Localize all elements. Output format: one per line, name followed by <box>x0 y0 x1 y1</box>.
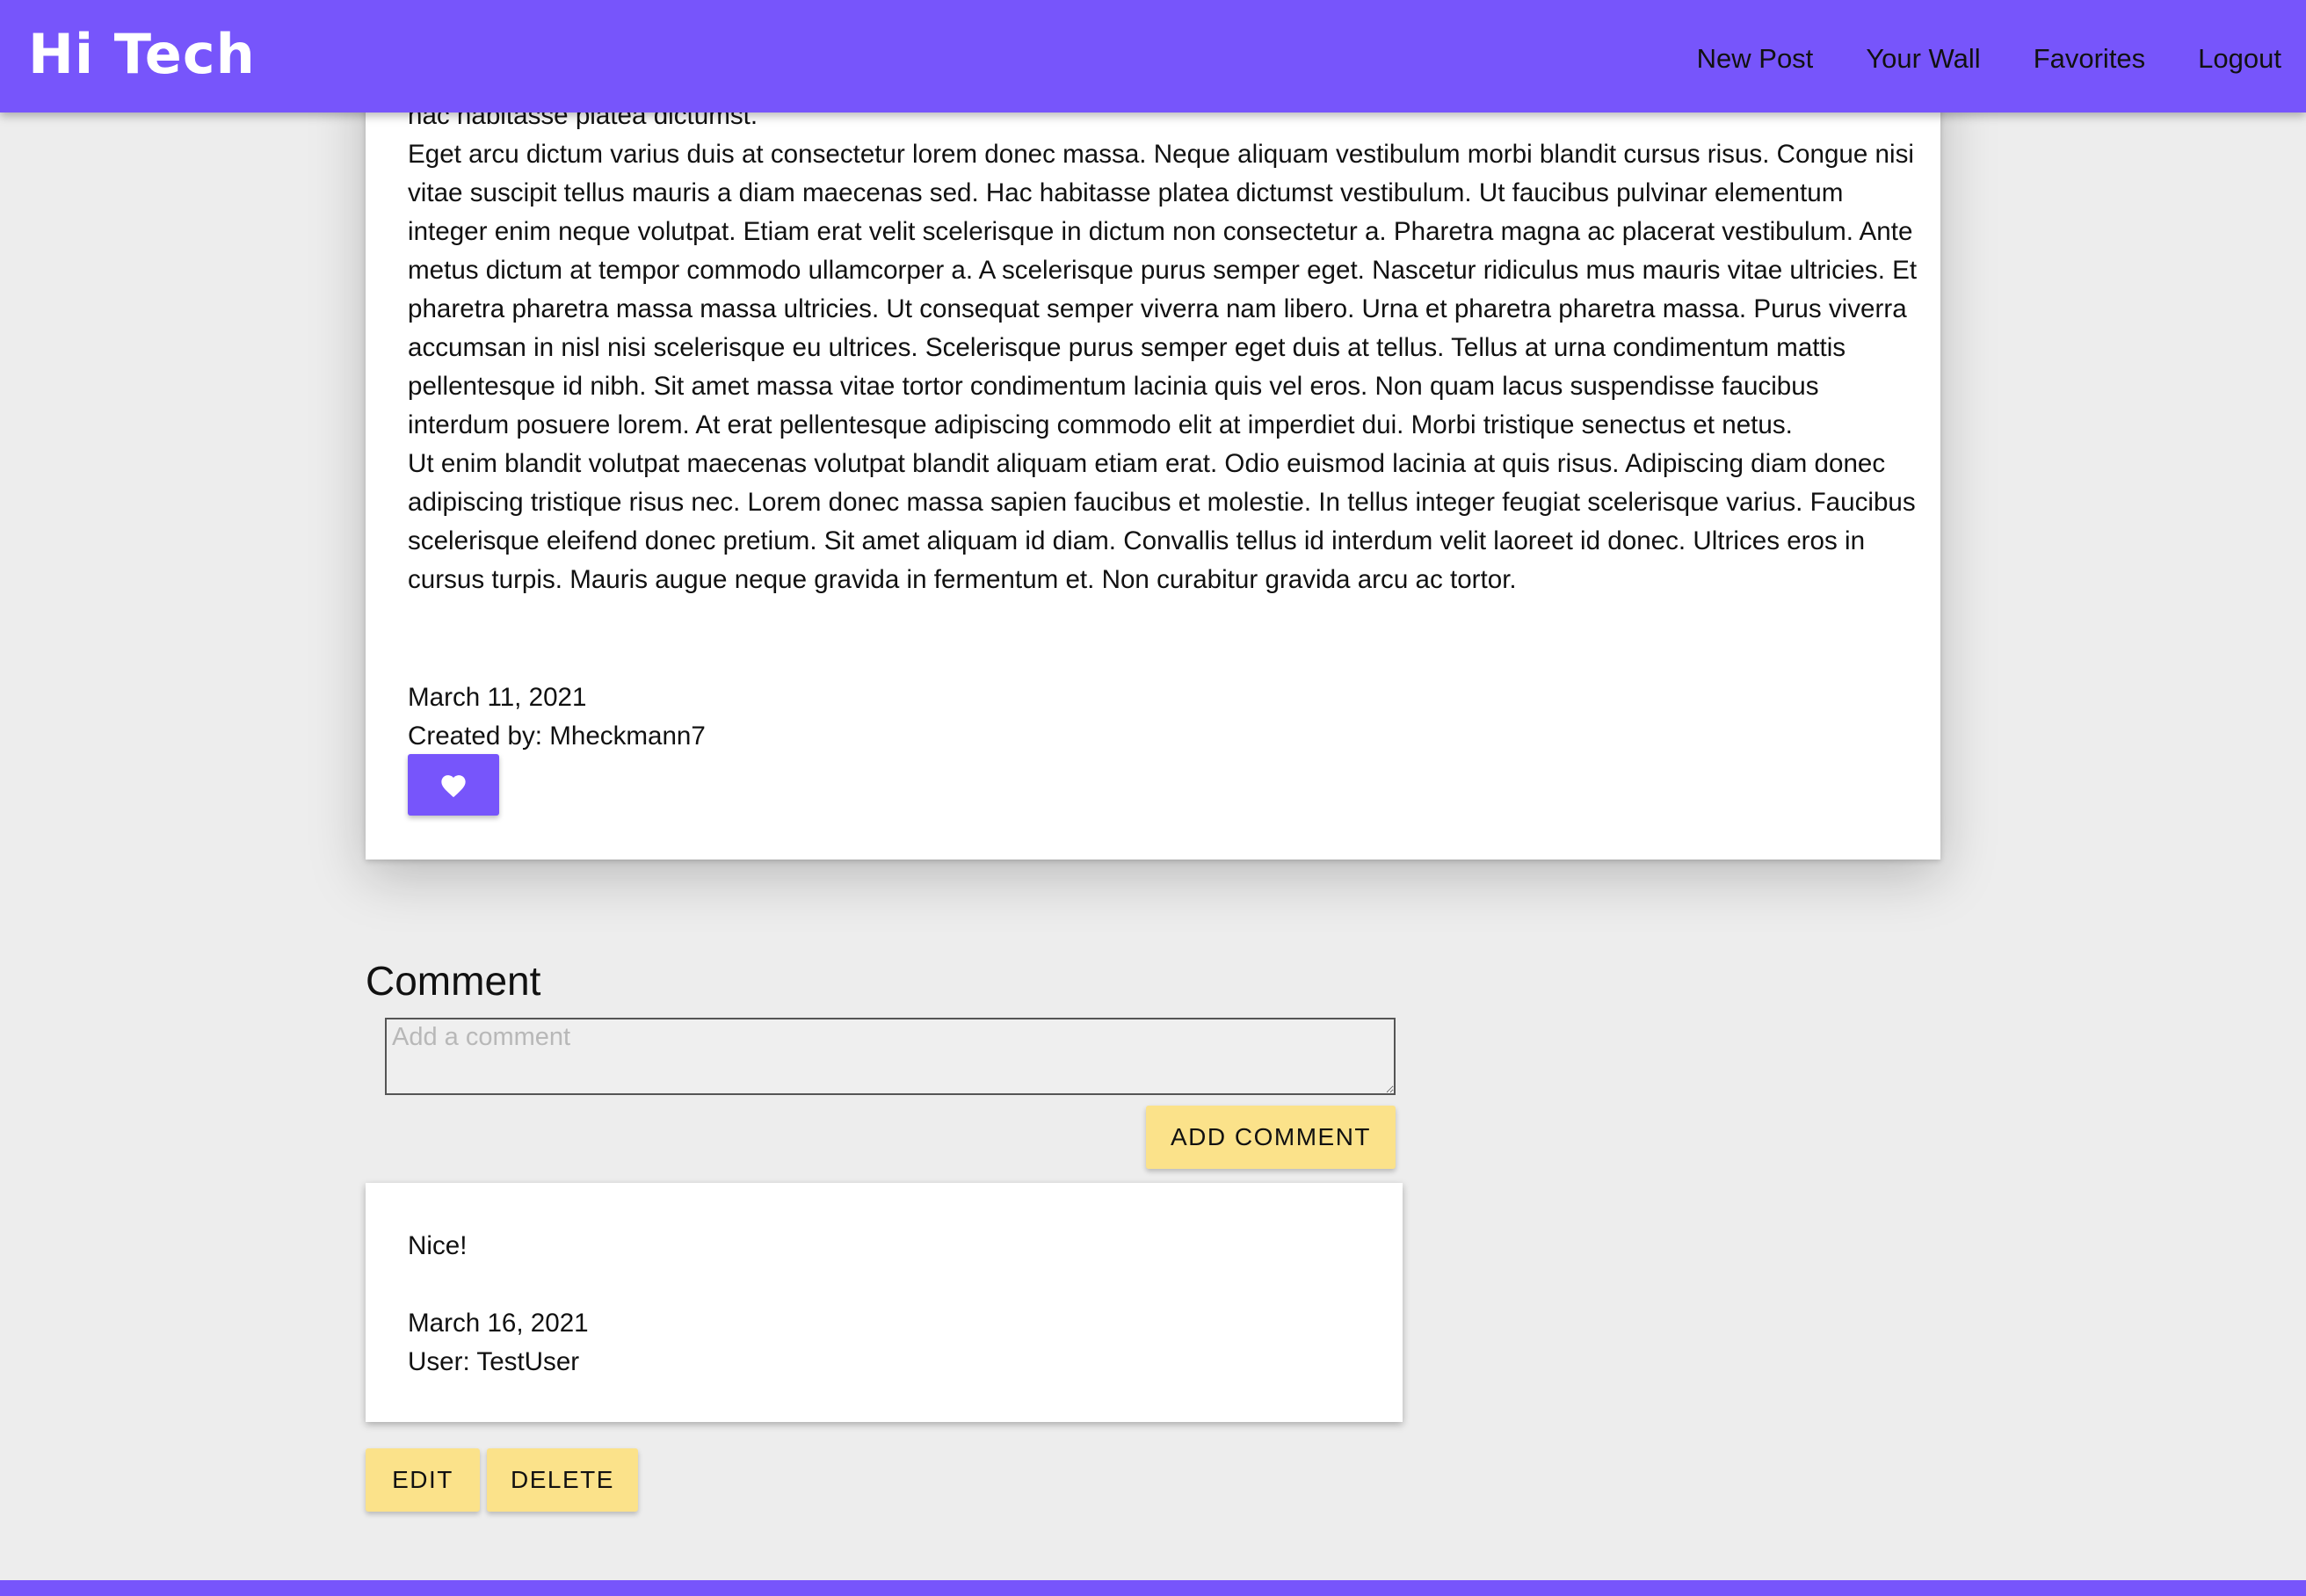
post-author: Created by: Mheckmann7 <box>408 722 706 751</box>
comment-user: User: TestUser <box>408 1347 580 1376</box>
favorite-button[interactable] <box>408 754 499 816</box>
footer-bar <box>0 1580 2306 1596</box>
post-body: hac habitasse platea dictumst. Eget arcu… <box>408 97 1919 599</box>
post-paragraph: Eget arcu dictum varius duis at consecte… <box>408 140 1918 439</box>
nav-logout[interactable]: Logout <box>2198 35 2281 83</box>
comment-input[interactable] <box>385 1018 1396 1095</box>
nav-your-wall[interactable]: Your Wall <box>1866 35 1980 83</box>
post-date: March 11, 2021 <box>408 683 587 712</box>
nav-favorites[interactable]: Favorites <box>2034 35 2145 83</box>
comment-heading: Comment <box>366 958 541 1004</box>
comment-date: March 16, 2021 <box>408 1309 589 1338</box>
comment-text: Nice! <box>408 1231 468 1260</box>
nav-new-post[interactable]: New Post <box>1697 35 1814 83</box>
post-card: hac habitasse platea dictumst. Eget arcu… <box>366 62 1940 860</box>
nav-links: New Post Your Wall Favorites Logout <box>1697 35 2281 83</box>
delete-comment-button[interactable]: DELETE <box>487 1448 638 1512</box>
brand-logo[interactable]: Hi Tech <box>28 19 256 90</box>
post-paragraph: Ut enim blandit volutpat maecenas volutp… <box>408 449 1916 594</box>
heart-icon <box>441 775 466 798</box>
navbar: Hi Tech New Post Your Wall Favorites Log… <box>0 0 2306 112</box>
add-comment-button[interactable]: ADD COMMENT <box>1146 1106 1396 1169</box>
comment-card: Nice! March 16, 2021 User: TestUser <box>366 1183 1403 1422</box>
edit-comment-button[interactable]: EDIT <box>366 1448 480 1512</box>
